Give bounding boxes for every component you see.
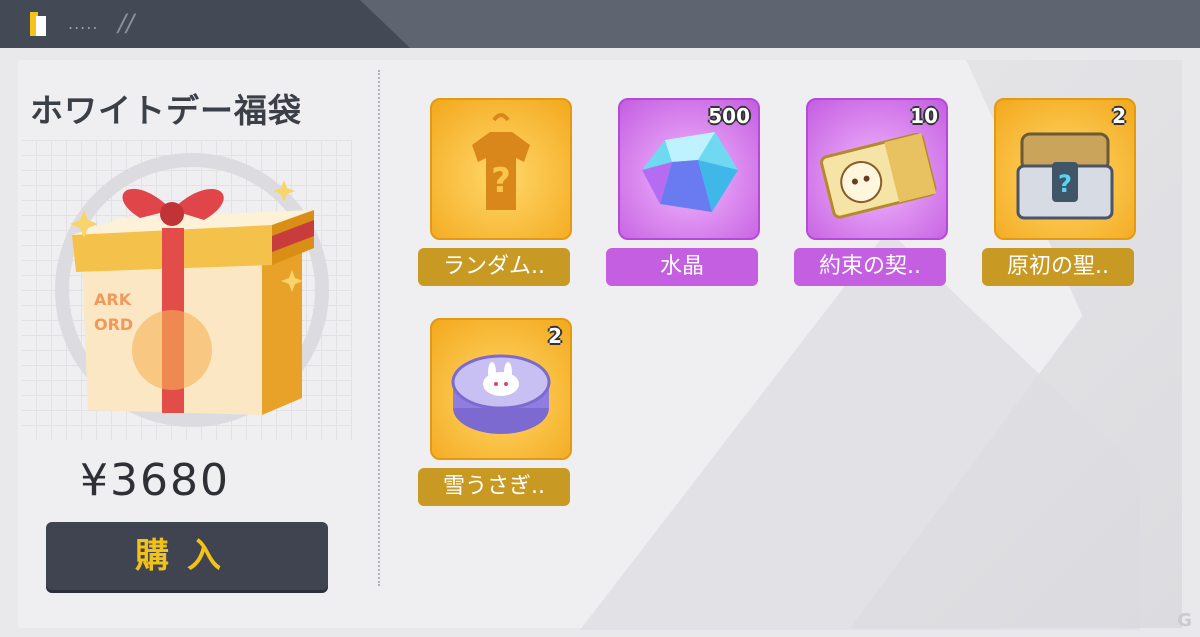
menu-logo-icon[interactable] xyxy=(30,12,48,36)
header-slash: // xyxy=(118,9,135,37)
item-quantity: 2 xyxy=(1112,104,1126,128)
watermark: G xyxy=(1177,610,1192,631)
item-quantity: 10 xyxy=(910,104,938,128)
top-bar: ..... // xyxy=(0,0,1200,48)
reward-item-chest[interactable]: ? 2 原初の聖.. xyxy=(982,98,1142,298)
gift-box-image: ARK ORD xyxy=(22,140,352,440)
item-label: 約束の契.. xyxy=(794,248,946,286)
item-label: 原初の聖.. xyxy=(982,248,1134,286)
product-title: ホワイトデー福袋 xyxy=(30,91,302,130)
svg-text:?: ? xyxy=(491,161,511,201)
item-label: ランダム.. xyxy=(418,248,570,286)
reward-item-contract[interactable]: 10 約束の契.. xyxy=(794,98,954,298)
item-quantity: 2 xyxy=(548,324,562,348)
item-label: 雪うさぎ.. xyxy=(418,468,570,506)
gift-box-icon: ARK ORD xyxy=(55,153,329,427)
column-divider xyxy=(378,70,380,586)
item-card[interactable]: 2 xyxy=(430,318,572,460)
buy-button[interactable]: 購入 xyxy=(46,522,328,590)
buy-button-label: 購入 xyxy=(135,536,239,576)
item-card[interactable]: 500 xyxy=(618,98,760,240)
product-price: ¥3680 xyxy=(80,455,230,506)
mystery-outfit-icon: ? xyxy=(472,113,530,210)
reward-item-crystal[interactable]: 500 水晶 xyxy=(606,98,766,298)
reward-item-snow-rabbit[interactable]: 2 雪うさぎ.. xyxy=(418,318,578,518)
item-card[interactable]: 10 xyxy=(806,98,948,240)
item-card[interactable]: ? 2 xyxy=(994,98,1136,240)
item-label: 水晶 xyxy=(606,248,758,286)
gift-box-text: ARK xyxy=(94,290,132,309)
item-quantity: 500 xyxy=(708,104,750,128)
gift-box-text: ORD xyxy=(94,315,133,334)
item-card[interactable]: ? xyxy=(430,98,572,240)
svg-text:?: ? xyxy=(1058,170,1072,198)
reward-item-random[interactable]: ? ランダム.. xyxy=(418,98,578,298)
header-dots: ..... xyxy=(68,14,99,33)
top-bar-left xyxy=(0,0,410,48)
